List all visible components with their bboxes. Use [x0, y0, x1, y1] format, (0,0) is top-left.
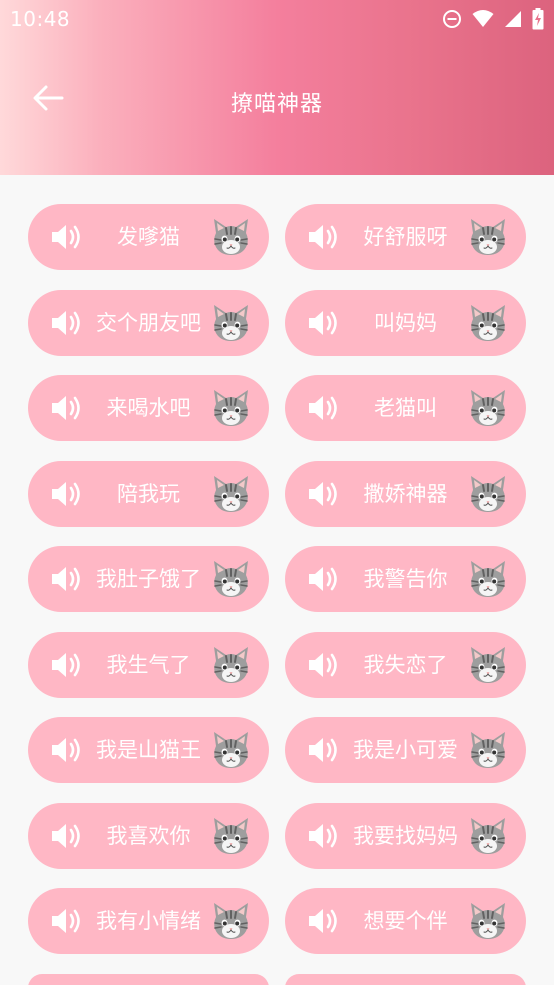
- sound-button-label: 想要个伴: [363, 909, 448, 933]
- sound-button[interactable]: 好舒服呀: [285, 204, 526, 270]
- sound-button-label: 撒娇神器: [363, 481, 448, 506]
- cat-face-icon: [468, 816, 508, 856]
- sound-button-grid: 发嗲猫 好舒服呀交个朋友吧 叫妈妈来喝水吧 老猫叫陪我玩 撒娇神器我肚子饿了 我警告你我生…: [28, 204, 526, 985]
- sound-button[interactable]: 我是小可爱: [285, 717, 526, 783]
- speaker-icon: [307, 651, 341, 679]
- speaker-icon: [50, 736, 84, 764]
- speaker-icon: [50, 309, 84, 337]
- signal-icon: [504, 10, 522, 28]
- speaker-icon: [50, 394, 84, 422]
- cat-face-icon: [211, 559, 251, 599]
- sound-button[interactable]: 来喝水吧: [28, 375, 269, 441]
- sound-button[interactable]: 撒娇神器: [285, 460, 526, 527]
- cat-face-icon: [211, 645, 251, 685]
- cat-face-icon: [468, 730, 508, 770]
- sound-button[interactable]: 我警告你: [285, 546, 526, 612]
- sound-button-partial[interactable]: [285, 973, 526, 985]
- do-not-disturb-icon: [442, 9, 462, 29]
- sound-button[interactable]: 我要找妈妈: [285, 802, 526, 869]
- sound-button-label: 叫妈妈: [374, 310, 437, 335]
- sound-button-partial[interactable]: [28, 973, 269, 985]
- cat-face-icon: [211, 474, 251, 514]
- sound-button-label: 好舒服呀: [363, 225, 448, 249]
- speaker-icon: [307, 736, 341, 764]
- status-bar: 10:48: [0, 0, 554, 40]
- speaker-icon: [50, 907, 84, 935]
- cat-face-icon: [468, 303, 508, 343]
- cat-face-icon: [468, 217, 508, 257]
- sound-button-label: 我喜欢你: [106, 823, 191, 848]
- sound-button-label: 陪我玩: [117, 481, 180, 506]
- screen: 10:48 撩喵神器 发嗲猫 好舒服呀 交个朋友吧 叫妈妈 来喝水吧 老猫叫 陪…: [0, 0, 554, 985]
- speaker-icon: [307, 907, 341, 935]
- cat-face-icon: [211, 217, 251, 257]
- speaker-icon: [307, 565, 341, 593]
- status-time: 10:48: [10, 7, 71, 31]
- cat-face-icon: [468, 645, 508, 685]
- cat-face-icon: [468, 901, 508, 941]
- cat-face-icon: [211, 901, 251, 941]
- sound-button-label: 我有小情绪: [96, 909, 201, 933]
- sound-button[interactable]: 叫妈妈: [285, 289, 526, 356]
- sound-button[interactable]: 发嗲猫: [28, 204, 269, 270]
- speaker-icon: [307, 394, 341, 422]
- sound-button-label: 我生气了: [106, 652, 191, 677]
- sound-button[interactable]: 老猫叫: [285, 375, 526, 441]
- sound-button-label: 我是山猫王: [96, 738, 201, 762]
- sound-button-label: 我失恋了: [363, 652, 448, 677]
- sound-button[interactable]: 想要个伴: [285, 888, 526, 954]
- cat-face-icon: [468, 559, 508, 599]
- sound-button[interactable]: 我肚子饿了: [28, 546, 269, 612]
- sound-button-label: 老猫叫: [374, 396, 437, 420]
- sound-button[interactable]: 我生气了: [28, 631, 269, 698]
- cat-face-icon: [211, 816, 251, 856]
- sound-button[interactable]: 我有小情绪: [28, 888, 269, 954]
- speaker-icon: [50, 223, 84, 251]
- cat-face-icon: [468, 388, 508, 428]
- sound-button-label: 我是小可爱: [353, 738, 458, 762]
- sound-button[interactable]: 我是山猫王: [28, 717, 269, 783]
- cat-face-icon: [211, 388, 251, 428]
- sound-button[interactable]: 我喜欢你: [28, 802, 269, 869]
- speaker-icon: [307, 822, 341, 850]
- sound-button-label: 发嗲猫: [117, 225, 180, 249]
- speaker-icon: [307, 309, 341, 337]
- wifi-icon: [472, 10, 494, 28]
- status-icons: [442, 7, 544, 31]
- cat-face-icon: [211, 730, 251, 770]
- speaker-icon: [50, 480, 84, 508]
- sound-button[interactable]: 陪我玩: [28, 460, 269, 527]
- sound-button-label: 我警告你: [363, 567, 448, 591]
- page-title: 撩喵神器: [230, 92, 323, 117]
- speaker-icon: [50, 651, 84, 679]
- speaker-icon: [50, 565, 84, 593]
- battery-charging-icon: [532, 8, 544, 30]
- speaker-icon: [307, 480, 341, 508]
- sound-button-label: 我肚子饿了: [96, 567, 201, 591]
- cat-face-icon: [211, 303, 251, 343]
- speaker-icon: [50, 822, 84, 850]
- speaker-icon: [307, 223, 341, 251]
- sound-button[interactable]: 我失恋了: [285, 631, 526, 698]
- sound-button-label: 交个朋友吧: [96, 310, 201, 335]
- sound-button-label: 来喝水吧: [106, 396, 191, 420]
- cat-face-icon: [468, 474, 508, 514]
- sound-button[interactable]: 交个朋友吧: [28, 289, 269, 356]
- sound-button-label: 我要找妈妈: [353, 823, 458, 848]
- header: 10:48 撩喵神器: [0, 0, 554, 175]
